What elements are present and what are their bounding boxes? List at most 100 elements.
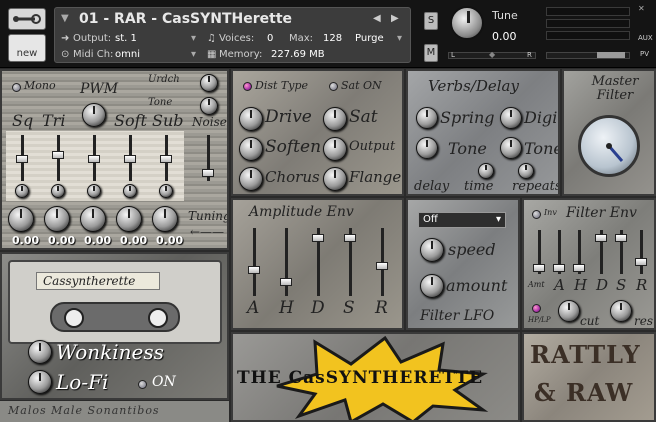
tone-knob[interactable]	[200, 97, 218, 115]
pwm-tune-value: 0.00	[84, 234, 112, 247]
level-meter-right	[546, 19, 630, 28]
filt-sustain-slider[interactable]	[615, 234, 627, 242]
volume-slider[interactable]	[546, 52, 630, 59]
filter-lfo-panel: Off ▾ speed amount Filter LFO	[406, 198, 520, 330]
hp-lp-toggle[interactable]	[532, 304, 541, 313]
time-label: time	[464, 179, 494, 194]
lofi-on-toggle[interactable]	[138, 380, 147, 389]
filter-env-invert-toggle[interactable]	[532, 210, 541, 219]
cutoff-knob[interactable]	[558, 300, 580, 322]
sub-small-knob[interactable]	[159, 184, 173, 198]
aux-label: AUX	[638, 34, 653, 42]
sat-knob[interactable]	[323, 107, 347, 131]
filt-h-label: H	[574, 276, 588, 294]
chorus-label: Chorus	[265, 168, 320, 186]
dist-type-label: Dist Type	[255, 79, 309, 92]
lfo-dropdown-icon: ▾	[495, 214, 501, 225]
sq-slider[interactable]	[16, 155, 28, 163]
wonkiness-knob[interactable]	[28, 340, 52, 364]
tune-value: 0.00	[492, 30, 517, 43]
urdch-knob[interactable]	[200, 74, 218, 92]
credit-text: Malos Male Sonantibos	[8, 404, 160, 417]
soft-slider[interactable]	[124, 155, 136, 163]
sat-on-toggle[interactable]	[329, 82, 338, 91]
tune-knob[interactable]	[450, 6, 484, 40]
solo-button[interactable]: S	[424, 12, 438, 30]
amp-decay-slider[interactable]	[312, 234, 324, 242]
amp-attack-slider[interactable]	[248, 266, 260, 274]
midi-dropdown-icon[interactable]: ▾	[191, 49, 196, 60]
pan-slider[interactable]: L ◆ R	[448, 50, 536, 59]
digi-knob[interactable]	[500, 107, 522, 129]
output-dropdown-icon[interactable]: ▾	[191, 33, 196, 44]
resonance-knob[interactable]	[610, 300, 632, 322]
dist-type-toggle[interactable]	[243, 82, 252, 91]
purge-dropdown-icon[interactable]: ▾	[397, 33, 402, 44]
brand-panel: THE CasSYNTHERETTE	[231, 332, 520, 422]
tri-tune-knob[interactable]	[44, 206, 70, 232]
digi-tone-label: Tone	[524, 139, 560, 158]
wrench-icon[interactable]	[8, 8, 46, 30]
tri-small-knob[interactable]	[51, 184, 65, 198]
spring-knob[interactable]	[416, 107, 438, 129]
lfo-type-select[interactable]: Off ▾	[418, 212, 506, 228]
sq-small-knob[interactable]	[15, 184, 29, 198]
noise-slider[interactable]	[202, 169, 214, 177]
sub-tune-knob[interactable]	[152, 206, 178, 232]
memory-label: Memory:	[219, 49, 263, 60]
credit-strip: Malos Male Sonantibos	[0, 401, 229, 422]
flange-knob[interactable]	[323, 167, 347, 191]
soft-small-knob[interactable]	[123, 184, 137, 198]
filt-decay-slider[interactable]	[595, 234, 607, 242]
midi-channel-select[interactable]: omni	[115, 49, 140, 60]
lofi-knob[interactable]	[28, 370, 52, 394]
max-voices-value[interactable]: 128	[323, 33, 342, 44]
memory-value: 227.69 MB	[271, 49, 325, 60]
digi-label: Digi	[524, 108, 558, 127]
sq-tune-knob[interactable]	[8, 206, 34, 232]
channel-label-soft: Soft	[114, 111, 147, 130]
mute-button[interactable]: M	[424, 44, 438, 62]
amp-hold-slider[interactable]	[280, 278, 292, 286]
mono-toggle[interactable]	[12, 83, 21, 92]
amp-sustain-slider[interactable]	[344, 234, 356, 242]
sub-slider[interactable]	[160, 155, 172, 163]
amp-release-slider[interactable]	[376, 262, 388, 270]
prev-arrow-icon[interactable]: ◀	[373, 13, 381, 24]
sub-tune-value: 0.00	[156, 234, 184, 247]
close-icon[interactable]: ✕	[638, 4, 645, 13]
output-knob[interactable]	[323, 137, 347, 161]
lfo-speed-knob[interactable]	[420, 238, 444, 262]
soften-knob[interactable]	[239, 137, 263, 161]
pwm-knob[interactable]	[82, 103, 106, 127]
tri-slider[interactable]	[52, 151, 64, 159]
filt-hold-slider[interactable]	[573, 264, 585, 272]
delay-repeats-knob[interactable]	[518, 163, 534, 179]
master-filter-dial[interactable]	[578, 115, 640, 177]
amp-h-label: H	[279, 298, 294, 318]
output-select[interactable]: st. 1	[115, 33, 137, 44]
amp-a-label: A	[247, 298, 260, 318]
filt-release-slider[interactable]	[635, 258, 647, 266]
pwm-small-knob[interactable]	[87, 184, 101, 198]
next-arrow-icon[interactable]: ▶	[391, 13, 399, 24]
lfo-amount-knob[interactable]	[420, 274, 444, 298]
pwm-tune-knob[interactable]	[80, 206, 106, 232]
new-button[interactable]: new	[8, 34, 46, 62]
chorus-knob[interactable]	[239, 167, 263, 191]
soft-tune-knob[interactable]	[116, 206, 142, 232]
pwm-slider[interactable]	[88, 155, 100, 163]
lfo-speed-label: speed	[448, 240, 496, 259]
midi-icon: ⊙	[61, 49, 70, 60]
instrument-header: new ▼ 01 - RAR - CasSYNTHerette ◀ ▶ ➜ Ou…	[0, 0, 656, 68]
digi-tone-knob[interactable]	[500, 137, 522, 159]
filt-amt-slider[interactable]	[533, 264, 545, 272]
purge-button[interactable]: Purge	[355, 33, 384, 44]
instrument-name[interactable]: 01 - RAR - CasSYNTHerette	[79, 11, 292, 27]
drive-knob[interactable]	[239, 107, 263, 131]
delay-time-knob[interactable]	[478, 163, 494, 179]
spring-tone-knob[interactable]	[416, 137, 438, 159]
collapse-arrow-icon[interactable]: ▼	[61, 13, 69, 24]
filt-attack-slider[interactable]	[553, 264, 565, 272]
logo-panel: RATTLY & RAW	[522, 332, 656, 422]
